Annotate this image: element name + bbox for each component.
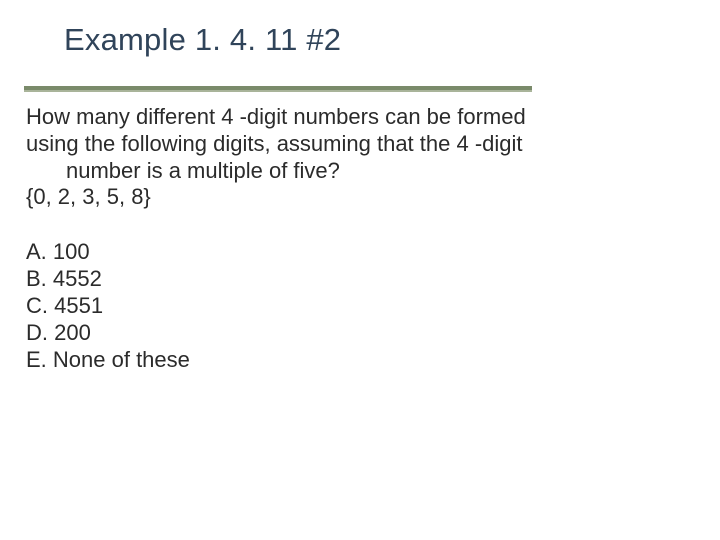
- option-c: C. 4551: [26, 293, 680, 320]
- question-digit-set: {0, 2, 3, 5, 8}: [26, 184, 680, 211]
- title-underline: [24, 86, 532, 90]
- question-text: How many different 4 -digit numbers can …: [26, 104, 680, 211]
- option-d: D. 200: [26, 320, 680, 347]
- slide-title: Example 1. 4. 11 #2: [64, 22, 720, 58]
- slide: Example 1. 4. 11 #2 How many different 4…: [0, 0, 720, 540]
- question-line-3: number is a multiple of five?: [26, 158, 680, 185]
- question-line-1: How many different 4 -digit numbers can …: [26, 104, 680, 131]
- answer-options: A. 100 B. 4552 C. 4551 D. 200 E. None of…: [26, 239, 680, 373]
- option-a: A. 100: [26, 239, 680, 266]
- option-b: B. 4552: [26, 266, 680, 293]
- option-e: E. None of these: [26, 347, 680, 374]
- question-line-2: using the following digits, assuming tha…: [26, 131, 680, 158]
- title-area: Example 1. 4. 11 #2: [0, 0, 720, 58]
- slide-body: How many different 4 -digit numbers can …: [0, 90, 720, 373]
